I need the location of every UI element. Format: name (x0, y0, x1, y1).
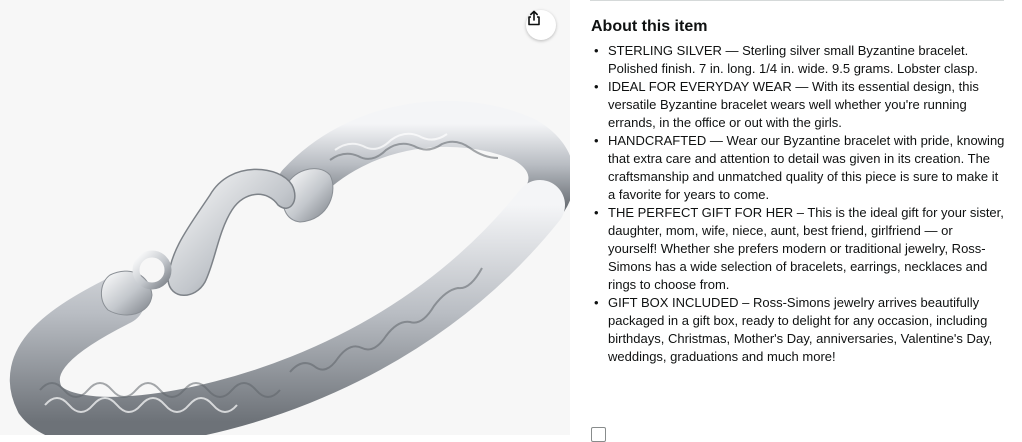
feature-bullet: IDEAL FOR EVERYDAY WEAR — With its essen… (591, 78, 1005, 132)
feature-bullet: HANDCRAFTED — Wear our Byzantine bracele… (591, 132, 1005, 204)
bracelet-image (9, 100, 570, 435)
share-button[interactable] (526, 10, 556, 40)
feature-bullet: GIFT BOX INCLUDED – Ross-Simons jewelry … (591, 294, 1005, 366)
product-details: About this item STERLING SILVER — Sterli… (590, 0, 1010, 442)
product-image-panel[interactable] (0, 0, 570, 435)
feature-bullets: STERLING SILVER — Sterling silver small … (591, 42, 1005, 366)
feature-bullet: THE PERFECT GIFT FOR HER – This is the i… (591, 204, 1005, 294)
feature-bullet: STERLING SILVER — Sterling silver small … (591, 42, 1005, 78)
section-divider (590, 0, 1004, 1)
about-this-item-heading: About this item (591, 18, 708, 35)
share-icon (528, 10, 540, 26)
